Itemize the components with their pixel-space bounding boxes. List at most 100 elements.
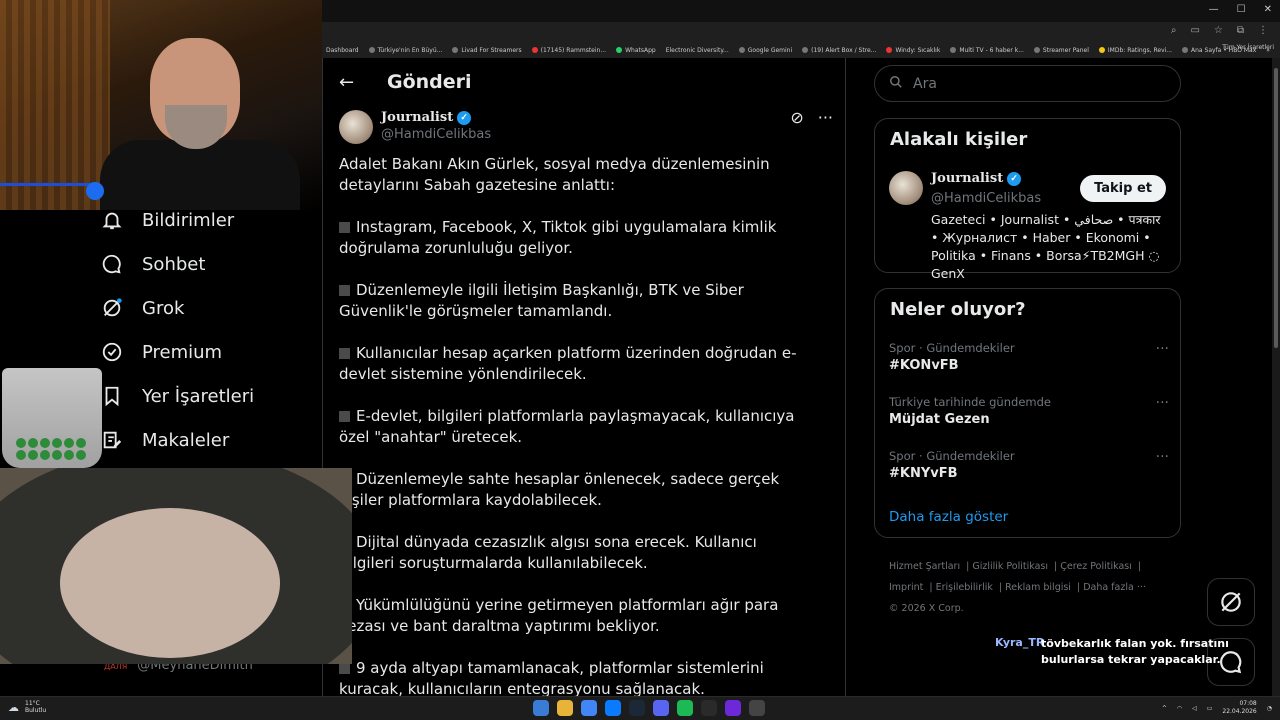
- bookmark-item[interactable]: (19) Alert Box / Stre...: [802, 47, 876, 54]
- footer-link[interactable]: Imprint: [889, 582, 923, 593]
- menu-icon[interactable]: ⋮: [1258, 25, 1268, 36]
- extensions-icon[interactable]: ⧉: [1237, 25, 1244, 36]
- taskbar-app-icon[interactable]: [557, 700, 573, 716]
- footer-link[interactable]: Gizlilik Politikası: [972, 561, 1048, 572]
- taskbar-app-icon[interactable]: [653, 700, 669, 716]
- bookmark-item[interactable]: Türkiye'nin En Büyü...: [368, 47, 442, 54]
- grok-icon[interactable]: ⊘: [790, 108, 803, 127]
- grok-icon: [100, 296, 124, 320]
- footer-link[interactable]: Hizmet Şartları: [889, 561, 960, 572]
- more-options-icon[interactable]: ···: [1156, 341, 1169, 357]
- bookmark-item[interactable]: Streamer Panel: [1033, 47, 1089, 54]
- green-ball: [52, 438, 62, 448]
- bookmark-item[interactable]: Livad For Streamers: [452, 47, 522, 54]
- grok-fab[interactable]: [1207, 578, 1255, 626]
- avatar[interactable]: [889, 171, 923, 205]
- youtube-icon: [531, 47, 538, 53]
- footer-link[interactable]: Reklam bilgisi: [1005, 582, 1071, 593]
- post-bullet: Dijital dünyada cezasızlık algısı sona e…: [339, 533, 757, 572]
- follow-button[interactable]: Takip et: [1080, 175, 1166, 202]
- site-icon: [1182, 47, 1189, 53]
- window-controls: — ☐ ✕: [1209, 4, 1272, 15]
- post-bullet: Düzenlemeyle sahte hesaplar önlenecek, s…: [339, 470, 780, 509]
- nav-item-articles[interactable]: Makaleler: [100, 428, 229, 452]
- bookmark-item[interactable]: Multi TV - 6 haber k...: [950, 47, 1024, 54]
- taskbar-app-icon[interactable]: [629, 700, 645, 716]
- footer-link[interactable]: Çerez Politikası: [1060, 561, 1132, 572]
- notification-bell-icon[interactable]: ◔: [1267, 705, 1272, 712]
- volume-icon[interactable]: ◁: [1192, 705, 1197, 712]
- clock[interactable]: 07:08 22.04.2026: [1222, 700, 1256, 716]
- more-options-icon[interactable]: ···: [1156, 395, 1169, 411]
- address-bar[interactable]: ⌕ ▭ ☆ ⧉ ⋮: [322, 22, 1280, 42]
- windows-taskbar: ☁ 11°C Bulutlu ^ ◠ ◁ ▭ 07:08 22.04.2026 …: [0, 696, 1280, 720]
- taskbar-app-icon[interactable]: [749, 700, 765, 716]
- post-bullet: 9 ayda altyapı tamamlanacak, platformlar…: [339, 659, 764, 696]
- cast-icon[interactable]: ▭: [1190, 25, 1199, 36]
- maximize-icon[interactable]: ☐: [1237, 4, 1246, 15]
- trend-name: #KONvFB: [889, 358, 959, 373]
- bookmark-item[interactable]: Electronic Diversity...: [666, 47, 729, 54]
- search-input[interactable]: Ara: [874, 65, 1181, 102]
- nav-item-grok[interactable]: Grok: [100, 296, 184, 320]
- avatar[interactable]: [339, 110, 373, 144]
- page-title: Gönderi: [387, 71, 472, 93]
- taskbar-app-icon[interactable]: [725, 700, 741, 716]
- taskbar-app-icon[interactable]: [605, 700, 621, 716]
- bookmark-item[interactable]: Dashboard: [326, 47, 359, 54]
- nav-item-premium[interactable]: Premium: [100, 340, 222, 364]
- author-name-row[interactable]: Journalist ✓: [381, 110, 491, 125]
- taskbar-app-icon[interactable]: [701, 700, 717, 716]
- trend-category: Spor · Gündemdekiler: [889, 341, 1015, 355]
- green-ball: [40, 438, 50, 448]
- post-actions: ⊘ ···: [790, 108, 833, 127]
- related-people-panel: Alakalı kişiler Journalist ✓ @HamdiCelik…: [874, 118, 1181, 281]
- related-name-row[interactable]: Journalist ✓: [931, 171, 1022, 186]
- taskbar-apps: [533, 700, 765, 716]
- bookmark-item[interactable]: Google Gemini: [738, 47, 792, 54]
- bookmark-item[interactable]: IMDb: Ratings, Revi...: [1098, 47, 1172, 54]
- wifi-icon[interactable]: ◠: [1177, 705, 1182, 712]
- nav-item-chat[interactable]: Sohbet: [100, 252, 205, 276]
- verified-badge-icon: ✓: [457, 110, 472, 125]
- bookmark-item[interactable]: Windy: Sıcaklık: [886, 47, 940, 54]
- taskbar-app-icon[interactable]: [533, 700, 549, 716]
- close-icon[interactable]: ✕: [1264, 4, 1272, 15]
- bookmark-item[interactable]: WhatsApp: [616, 47, 656, 54]
- more-options-icon[interactable]: ···: [818, 108, 833, 127]
- star-icon[interactable]: ☆: [1214, 25, 1223, 36]
- taskbar-app-icon[interactable]: [581, 700, 597, 716]
- trend-item[interactable]: Spor · Gündemdekiler #KONvFB ···: [889, 341, 1169, 373]
- sleeping-cat: [60, 508, 280, 658]
- nav-item-notifications[interactable]: Bildirimler: [100, 208, 234, 232]
- nav-label: Yer İşaretleri: [142, 385, 255, 407]
- tray-chevron-icon[interactable]: ^: [1162, 705, 1167, 712]
- footer-link[interactable]: Erişilebilirlik: [936, 582, 993, 593]
- bookmark-item[interactable]: (17145) Rammstein...: [531, 47, 606, 54]
- clock-date: 22.04.2026: [1222, 708, 1257, 715]
- zoom-icon[interactable]: ⌕: [1171, 25, 1177, 36]
- green-ball: [40, 450, 50, 460]
- minimize-icon[interactable]: —: [1209, 4, 1219, 15]
- post-bullet: Düzenlemeyle ilgili İletişim Başkanlığı,…: [339, 281, 744, 320]
- taskbar-app-icon[interactable]: [677, 700, 693, 716]
- post-author[interactable]: Journalist ✓ @HamdiCelikbas: [339, 110, 491, 144]
- show-more-link[interactable]: Daha fazla göster: [889, 509, 1008, 525]
- scrollbar-thumb[interactable]: [1274, 68, 1278, 348]
- nav-label: Sohbet: [142, 253, 206, 275]
- nav-item-bookmarks[interactable]: Yer İşaretleri: [100, 384, 254, 408]
- site-icon: [1033, 47, 1040, 53]
- system-tray: ^ ◠ ◁ ▭ 07:08 22.04.2026 ◔: [1162, 700, 1272, 716]
- clock-time: 07:08: [1239, 700, 1257, 707]
- more-options-icon[interactable]: ···: [1156, 449, 1169, 465]
- back-arrow-icon[interactable]: ←: [339, 72, 354, 93]
- author-name: Journalist: [381, 110, 454, 125]
- footer-link[interactable]: Daha fazla ···: [1083, 582, 1146, 593]
- wood-wall: [0, 0, 110, 210]
- weather-widget[interactable]: ☁ 11°C Bulutlu: [8, 700, 46, 714]
- all-bookmarks[interactable]: Tüm Yer İşaretleri: [1222, 44, 1274, 51]
- battery-icon[interactable]: ▭: [1207, 705, 1213, 712]
- trend-item[interactable]: Türkiye tarihinde gündemde Müjdat Gezen …: [889, 395, 1169, 427]
- weather-temp: 11°C: [25, 700, 40, 707]
- trend-item[interactable]: Spor · Gündemdekiler #KNYvFB ···: [889, 449, 1169, 481]
